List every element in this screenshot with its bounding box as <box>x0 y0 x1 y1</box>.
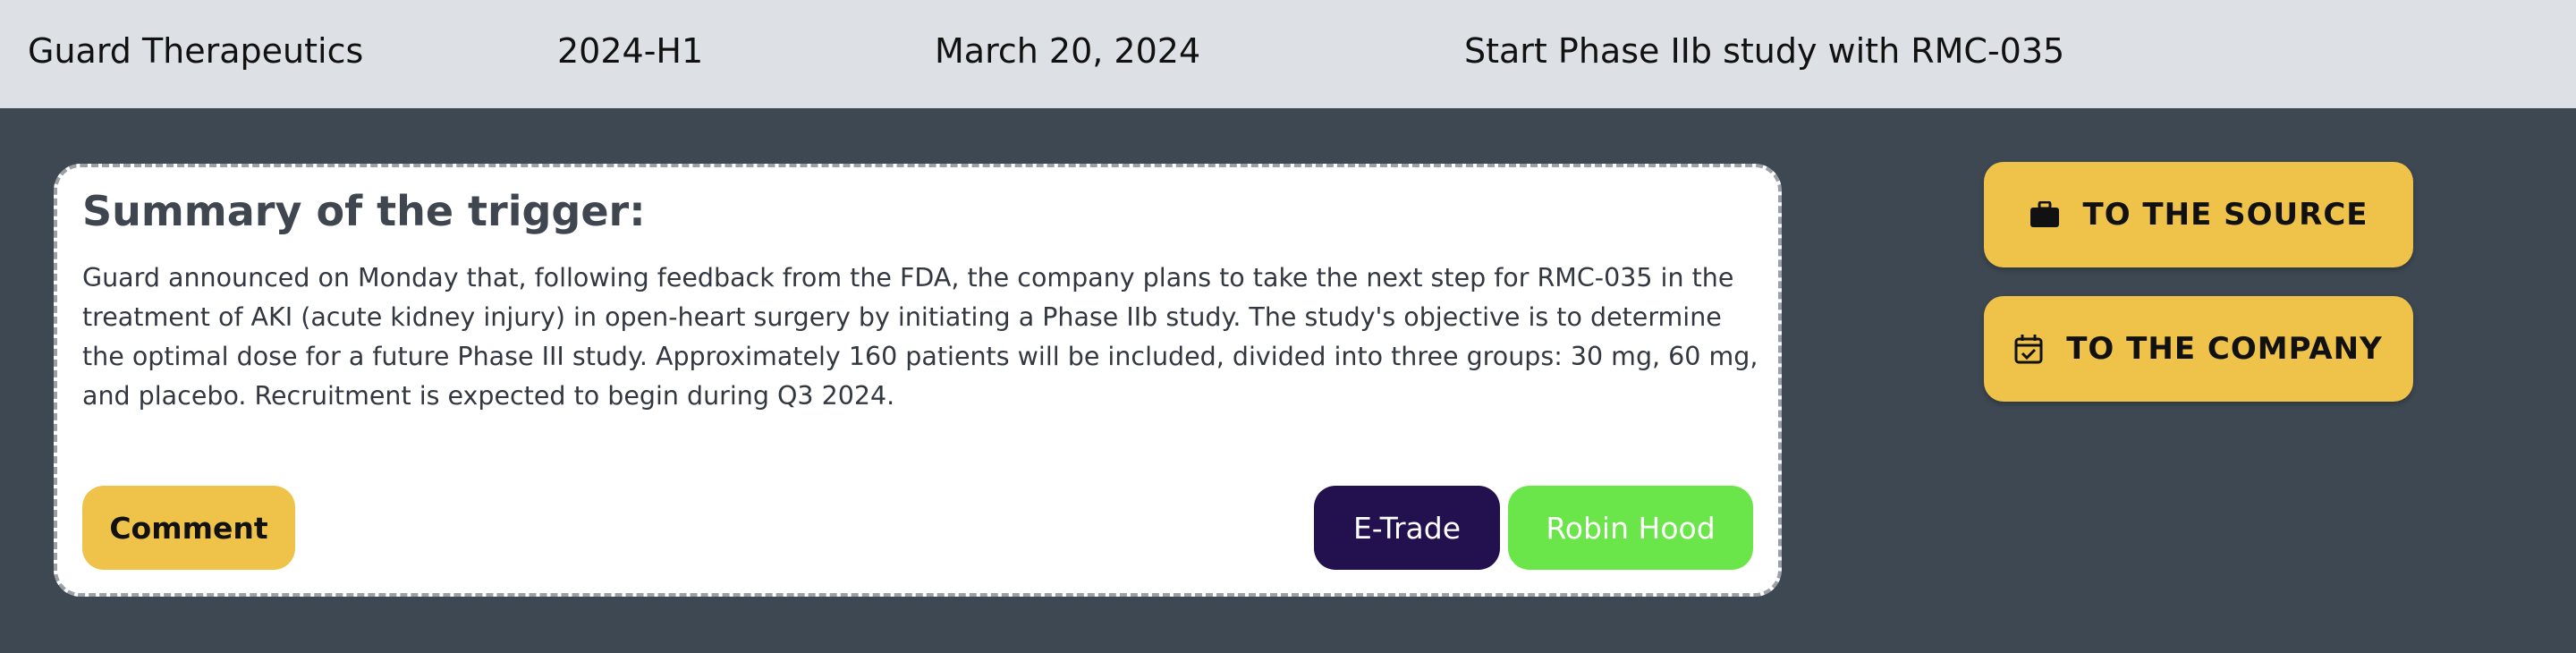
comment-button[interactable]: Comment <box>82 486 295 570</box>
summary-text: Guard announced on Monday that, followin… <box>82 263 1758 411</box>
event-title: Start Phase IIb study with RMC-035 <box>1464 31 2065 71</box>
to-company-label: TO THE COMPANY <box>2066 331 2383 367</box>
event-date: March 20, 2024 <box>935 31 1201 71</box>
to-source-button[interactable]: TO THE SOURCE <box>1984 162 2413 267</box>
main-area: Summary of the trigger: Guard announced … <box>0 108 2576 653</box>
card-title: Summary of the trigger: <box>82 187 646 235</box>
etrade-button[interactable]: E-Trade <box>1314 486 1500 570</box>
top-bar: Guard Therapeutics 2024-H1 March 20, 202… <box>0 0 2576 108</box>
calendar-check-icon <box>2014 334 2043 364</box>
to-source-label: TO THE SOURCE <box>2082 197 2368 233</box>
trigger-summary-card: Summary of the trigger: Guard announced … <box>54 164 1782 597</box>
company-name: Guard Therapeutics <box>28 31 364 71</box>
period-label: 2024-H1 <box>557 31 704 71</box>
robinhood-button[interactable]: Robin Hood <box>1508 486 1753 570</box>
to-company-button[interactable]: TO THE COMPANY <box>1984 296 2413 402</box>
briefcase-icon <box>2029 201 2060 228</box>
